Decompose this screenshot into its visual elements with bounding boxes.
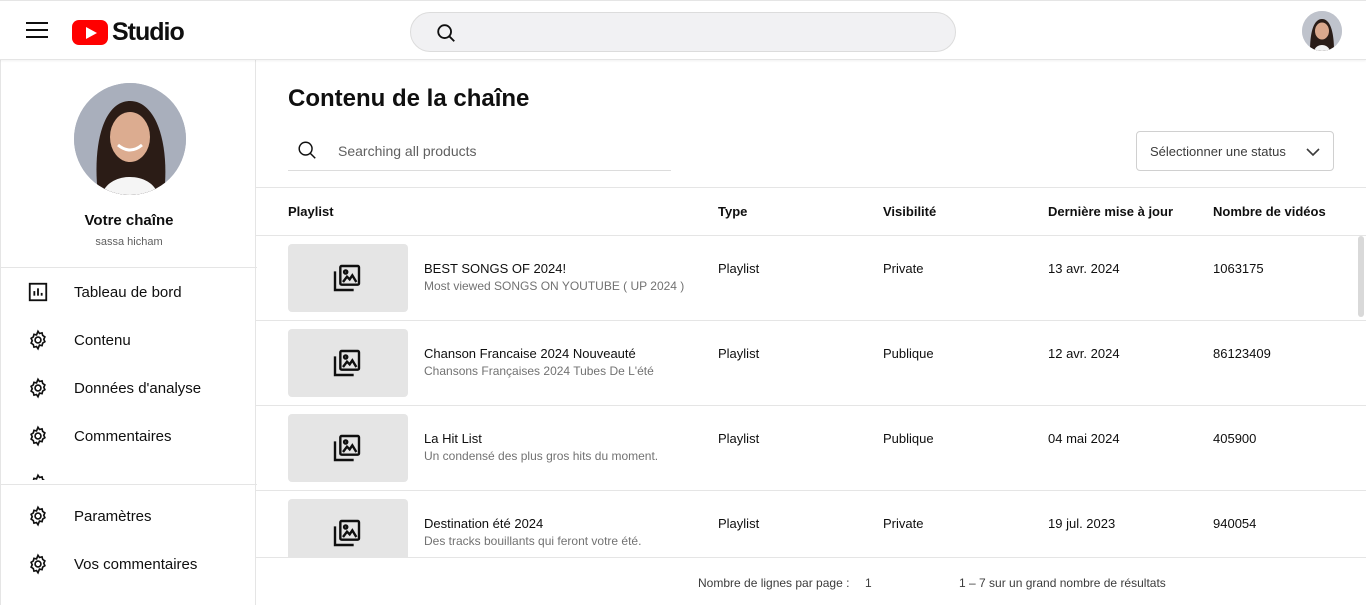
sidebar-divider [1, 484, 257, 485]
playlist-type: Playlist [718, 261, 760, 276]
table-header: Playlist Type Visibilité Dernière mise à… [256, 188, 1366, 236]
sidebar-item-label: Paramètres [74, 507, 152, 525]
account-avatar[interactable] [1302, 11, 1342, 51]
playlist-thumbnail[interactable] [288, 414, 408, 482]
table-row[interactable]: Destination été 2024 Des tracks bouillan… [256, 491, 1366, 557]
playlist-title[interactable]: Destination été 2024 [424, 516, 543, 531]
playlist-visibility[interactable]: Private [883, 261, 923, 276]
rows-per-page-label: Nombre de lignes par page : [698, 576, 850, 590]
sidebar-item-label: Données d'analyse [74, 379, 202, 397]
search-icon [437, 24, 455, 42]
top-header: Studio [0, 0, 1366, 60]
gear-icon [30, 505, 46, 527]
playlist-updated: 12 avr. 2024 [1048, 346, 1120, 361]
playlist-description: Des tracks bouillants qui feront votre é… [424, 534, 642, 548]
chevron-down-icon [1306, 148, 1320, 157]
gear-icon [30, 377, 46, 399]
playlist-icon [333, 349, 361, 377]
sidebar-item-feedback[interactable]: Vos commentaires [1, 540, 256, 588]
playlist-icon [333, 264, 361, 292]
search-input[interactable] [338, 141, 658, 161]
sidebar-item-label: Tableau de bord [74, 283, 182, 301]
column-header-video-count[interactable]: Nombre de vidéos [1213, 204, 1326, 219]
playlist-video-count: 1063175 [1213, 261, 1264, 276]
playlist-type: Playlist [718, 346, 760, 361]
playlist-icon [333, 434, 361, 462]
channel-avatar[interactable] [74, 83, 186, 195]
playlist-title[interactable]: BEST SONGS OF 2024! [424, 261, 566, 276]
column-header-visibility[interactable]: Visibilité [883, 204, 936, 219]
sidebar-item-label: Contenu [74, 331, 131, 349]
sidebar-item-label: Commentaires [74, 427, 172, 445]
playlist-thumbnail[interactable] [288, 329, 408, 397]
playlist-visibility[interactable]: Publique [883, 346, 934, 361]
pagination-range: 1 – 7 sur un grand nombre de résultats [959, 576, 1166, 590]
main-content: Contenu de la chaîne Sélectionner une st… [256, 60, 1366, 605]
playlist-type: Playlist [718, 516, 760, 531]
studio-logo[interactable]: Studio [72, 18, 185, 47]
playlist-visibility[interactable]: Publique [883, 431, 934, 446]
avatar-image [1302, 11, 1342, 51]
playlist-title[interactable]: La Hit List [424, 431, 482, 446]
playlist-description: Un condensé des plus gros hits du moment… [424, 449, 659, 463]
sidebar-item-content[interactable]: Contenu [1, 316, 256, 364]
gear-icon [30, 329, 46, 351]
gear-icon [30, 553, 46, 575]
channel-photo [74, 83, 186, 195]
playlist-video-count: 405900 [1213, 431, 1257, 446]
sidebar-item-settings[interactable]: Paramètres [1, 492, 256, 540]
logo-text: Studio [112, 18, 185, 46]
rows-per-page-select[interactable]: 1 [865, 576, 872, 590]
playlist-video-count: 86123409 [1213, 346, 1271, 361]
status-dropdown-label: Sélectionner une status [1150, 144, 1286, 159]
page-title: Contenu de la chaîne [288, 85, 530, 112]
gear-icon [30, 425, 46, 447]
table-pagination: Nombre de lignes par page : 1 1 – 7 sur … [256, 557, 1366, 605]
playlist-description: Chansons Françaises 2024 Tubes De L'été [424, 364, 654, 378]
table-scrollbar[interactable] [1358, 236, 1364, 317]
channel-title: Votre chaîne [84, 212, 174, 229]
table-row[interactable]: BEST SONGS OF 2024! Most viewed SONGS ON… [256, 236, 1366, 321]
sidebar-nav: Tableau de bord Contenu Données d'analys… [1, 268, 256, 480]
playlist-thumbnail[interactable] [288, 499, 408, 557]
sidebar-item-comments[interactable]: Commentaires [1, 412, 256, 460]
sidebar-bottom-nav: Paramètres Vos commentaires [1, 492, 256, 588]
top-search-bar[interactable] [410, 12, 956, 52]
playlist-thumbnail[interactable] [288, 244, 408, 312]
youtube-logo-icon [72, 20, 108, 45]
playlist-updated: 19 jul. 2023 [1048, 516, 1116, 531]
playlist-updated: 04 mai 2024 [1048, 431, 1120, 446]
playlist-icon [333, 519, 361, 547]
column-header-playlist[interactable]: Playlist [288, 204, 334, 219]
menu-icon[interactable] [26, 22, 48, 40]
table-row[interactable]: Chanson Francaise 2024 Nouveauté Chanson… [256, 321, 1366, 406]
playlist-title[interactable]: Chanson Francaise 2024 Nouveauté [424, 346, 636, 361]
search-icon [298, 141, 316, 159]
gear-icon [32, 473, 46, 480]
sidebar: Votre chaîne sassa hicham Tableau de bor… [0, 60, 257, 605]
playlist-type: Playlist [718, 431, 760, 446]
sidebar-item-analytics[interactable]: Données d'analyse [1, 364, 256, 412]
column-header-type[interactable]: Type [718, 204, 747, 219]
playlist-visibility[interactable]: Private [883, 516, 923, 531]
table-body: BEST SONGS OF 2024! Most viewed SONGS ON… [256, 236, 1366, 557]
sidebar-item-hidden[interactable] [1, 460, 256, 480]
playlist-video-count: 940054 [1213, 516, 1257, 531]
content-search [288, 132, 671, 171]
sidebar-item-dashboard[interactable]: Tableau de bord [1, 268, 256, 316]
table-row[interactable]: La Hit List Un condensé des plus gros hi… [256, 406, 1366, 491]
analytics-icon [28, 282, 48, 302]
sidebar-item-label: Vos commentaires [74, 555, 198, 573]
channel-username: sassa hicham [95, 236, 163, 248]
playlist-description: Most viewed SONGS ON YOUTUBE ( UP 2024 ) [424, 279, 685, 293]
playlist-updated: 13 avr. 2024 [1048, 261, 1120, 276]
status-dropdown[interactable]: Sélectionner une status [1136, 131, 1334, 171]
column-header-updated[interactable]: Dernière mise à jour [1048, 204, 1173, 219]
